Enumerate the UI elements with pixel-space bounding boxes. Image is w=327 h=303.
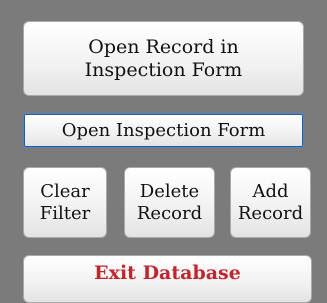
delete-record-label-line2: Record xyxy=(136,202,203,224)
open-record-label-line1: Open Record in xyxy=(88,35,239,58)
open-record-label-line2: Inspection Form xyxy=(84,58,243,81)
clear-filter-label-line2: Filter xyxy=(39,202,91,224)
clear-filter-label-line1: Clear xyxy=(40,180,90,202)
open-record-in-inspection-form-button[interactable]: Open Record in Inspection Form xyxy=(23,21,304,96)
button-panel: Open Record in Inspection Form Open Insp… xyxy=(0,0,327,303)
add-record-label-line2: Record xyxy=(237,202,304,224)
add-record-label-line1: Add xyxy=(252,180,289,202)
add-record-button-label: Add Record xyxy=(238,181,303,224)
delete-record-button[interactable]: Delete Record xyxy=(124,167,215,238)
clear-filter-button[interactable]: Clear Filter xyxy=(23,167,107,238)
delete-record-label-line1: Delete xyxy=(139,180,200,202)
open-record-button-label: Open Record in Inspection Form xyxy=(85,36,243,82)
exit-database-button[interactable]: Exit Database xyxy=(23,255,312,303)
clear-filter-button-label: Clear Filter xyxy=(40,181,91,224)
open-inspection-form-button[interactable]: Open Inspection Form xyxy=(23,113,304,148)
add-record-button[interactable]: Add Record xyxy=(230,167,311,238)
delete-record-button-label: Delete Record xyxy=(137,181,202,224)
exit-database-label: Exit Database xyxy=(94,262,241,284)
open-inspection-form-label: Open Inspection Form xyxy=(61,119,266,141)
